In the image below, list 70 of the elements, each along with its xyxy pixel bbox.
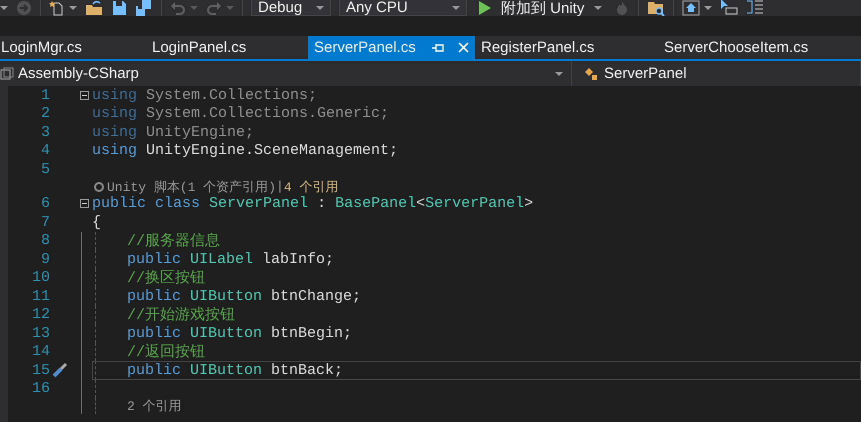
- code-line: {: [92, 214, 102, 231]
- line-number: 11: [30, 288, 50, 305]
- screwdriver-icon[interactable]: [51, 361, 69, 380]
- code-lens[interactable]: Unity 脚本(1 个资产引用): [107, 178, 276, 196]
- code-line: using UnityEngine;: [92, 124, 254, 141]
- save-all-icon[interactable]: [135, 0, 153, 16]
- line-number: 9: [40, 250, 50, 268]
- class-icon: [584, 66, 600, 82]
- new-item-icon[interactable]: [49, 0, 65, 16]
- save-icon[interactable]: [111, 0, 127, 16]
- code-line: using System.Collections;: [92, 86, 318, 104]
- file-tab[interactable]: ServerPanel.cs: [308, 36, 475, 59]
- home-icon[interactable]: [682, 0, 700, 16]
- caret-icon[interactable]: [452, 6, 460, 10]
- code-line: public class ServerPanel : BasePanel<ServerPanel>: [92, 195, 534, 212]
- collapse-icon[interactable]: [80, 199, 89, 208]
- line-number: 1: [40, 86, 50, 104]
- code-line: public UIButton btnBegin;: [127, 324, 352, 342]
- line-number: 12: [30, 306, 50, 324]
- code-line: //开始游戏按钮: [127, 306, 236, 324]
- start-button[interactable]: 附加到 Unity: [475, 0, 606, 16]
- caret-icon[interactable]: [555, 72, 563, 76]
- code-lens[interactable]: 2 个引用: [127, 397, 182, 415]
- platform-dropdown[interactable]: Any CPU: [339, 0, 467, 16]
- file-tab[interactable]: RegisterPanel.cs: [475, 36, 658, 59]
- caret-icon[interactable]: [69, 6, 77, 10]
- type-dropdown[interactable]: ServerPanel: [576, 61, 861, 86]
- folder-search-icon[interactable]: [647, 0, 666, 16]
- line-number: 15: [30, 362, 50, 379]
- line-number: 5: [40, 160, 50, 178]
- line-number: 6: [40, 195, 50, 212]
- line-number: 7: [40, 214, 50, 231]
- code-line: //换区按钮: [127, 268, 206, 288]
- line-number: 4: [40, 142, 50, 160]
- code-line: using UnityEngine.SceneManagement;: [92, 142, 398, 160]
- caret-icon[interactable]: [316, 6, 324, 10]
- folder-icon[interactable]: [85, 0, 103, 16]
- caret-icon[interactable]: [0, 6, 8, 10]
- code-line: public UIButton btnBack;: [127, 362, 344, 379]
- pointer-icon[interactable]: [720, 0, 738, 16]
- code-lens[interactable]: 4 个引用: [284, 178, 338, 196]
- code-lens[interactable]: |: [276, 179, 284, 194]
- line-number: 2: [40, 105, 50, 122]
- code-line: //返回按钮: [127, 342, 206, 362]
- caret-icon: [594, 6, 602, 10]
- panes-icon[interactable]: [746, 0, 764, 16]
- line-number: 10: [30, 269, 50, 286]
- line-number: 8: [40, 232, 50, 250]
- play-icon: [479, 1, 491, 15]
- type-name: ServerPanel: [604, 65, 687, 82]
- collapse-icon[interactable]: [80, 90, 89, 100]
- file-tab[interactable]: LoginPanel.cs: [150, 36, 308, 59]
- project-dropdown[interactable]: Assembly-CSharp: [0, 61, 572, 86]
- pin-icon[interactable]: [432, 42, 444, 52]
- line-number: 3: [40, 124, 50, 141]
- line-number: 13: [30, 324, 50, 342]
- cog-icon: [94, 182, 104, 192]
- project-icon: [0, 66, 14, 80]
- code-line: //服务器信息: [127, 232, 220, 250]
- code-line: public UIButton btnChange;: [127, 288, 362, 305]
- close-icon[interactable]: [458, 42, 469, 53]
- code-line: using System.Collections.Generic;: [92, 105, 390, 122]
- configuration-dropdown[interactable]: Debug: [251, 0, 331, 16]
- caret-icon[interactable]: [704, 6, 712, 10]
- line-number: 16: [30, 380, 50, 398]
- code-line: public UILabel labInfo;: [127, 250, 334, 268]
- file-tab[interactable]: ServerChooseItem.cs: [658, 36, 808, 59]
- line-number: 14: [30, 343, 50, 360]
- project-name: Assembly-CSharp: [18, 65, 139, 82]
- file-tab[interactable]: LoginMgr.cs: [0, 36, 150, 59]
